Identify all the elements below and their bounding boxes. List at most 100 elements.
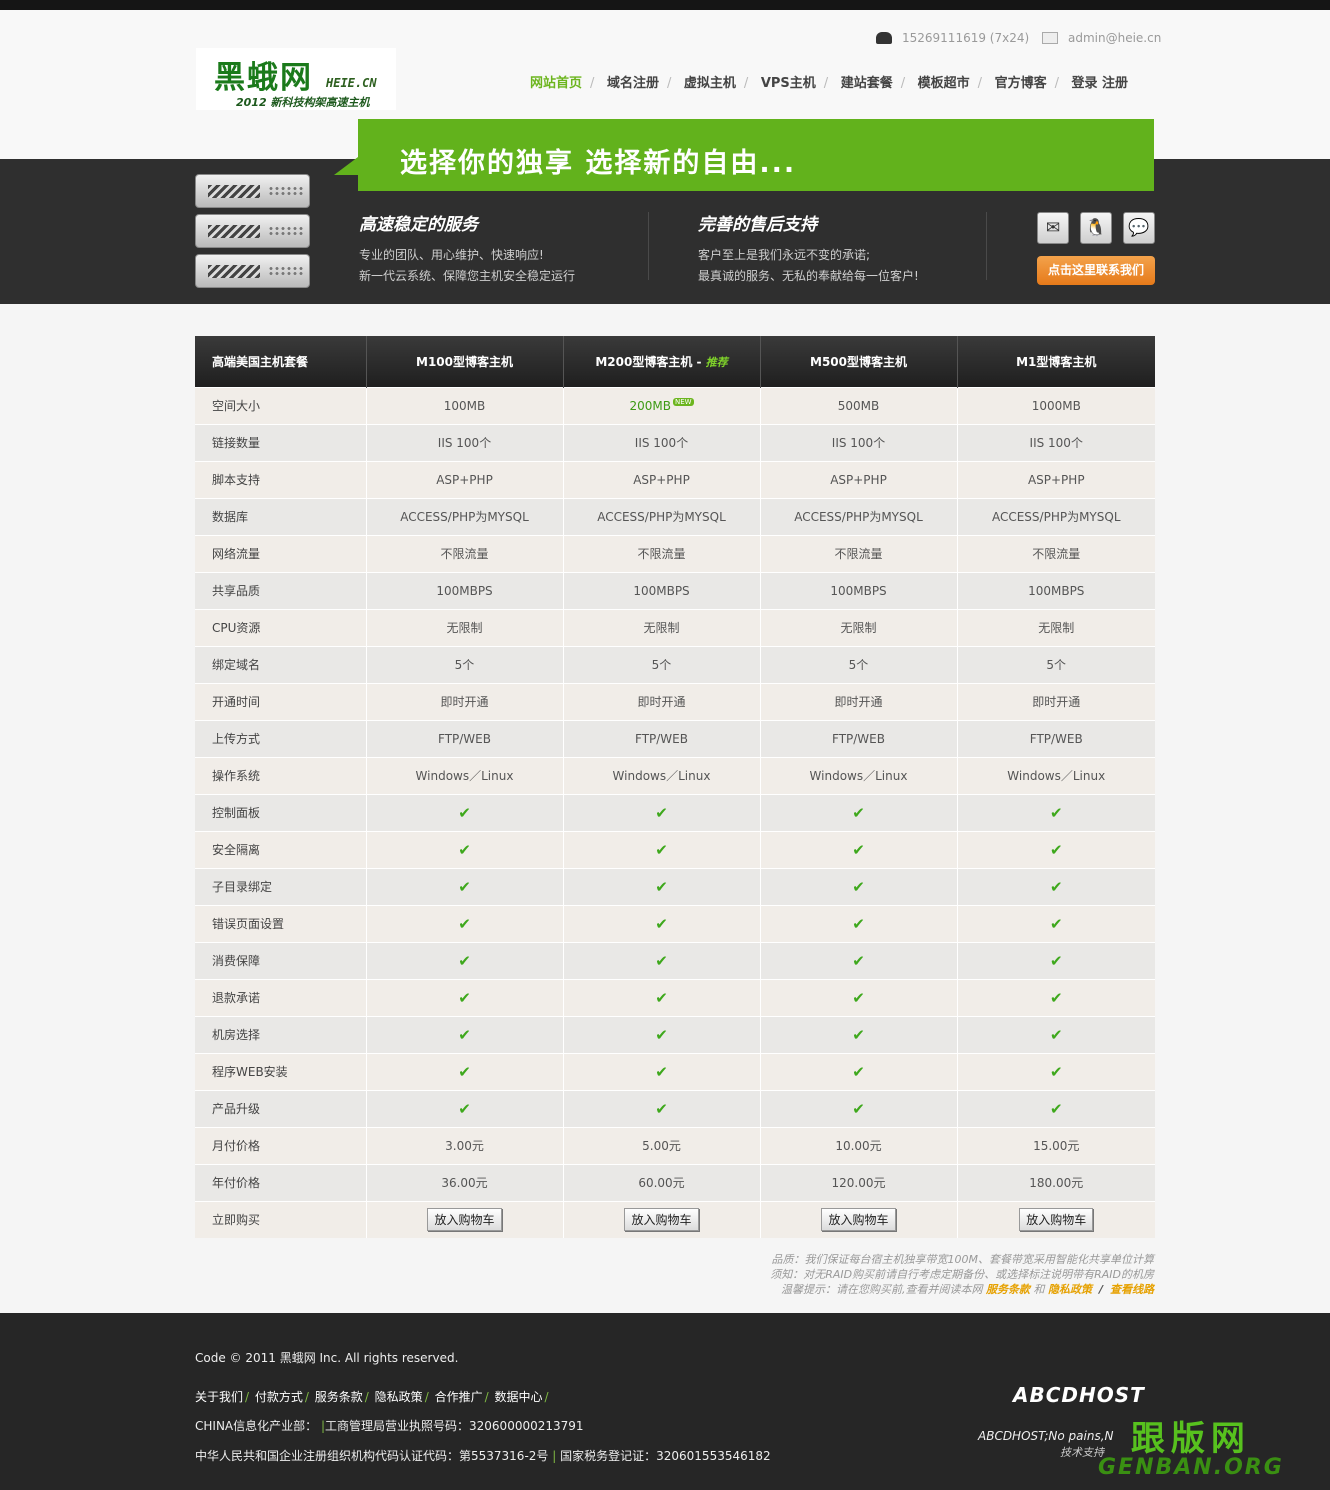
check-icon: ✔ — [852, 877, 865, 896]
check-icon: ✔ — [655, 914, 668, 933]
add-to-cart-button[interactable]: 放入购物车 — [1019, 1208, 1094, 1232]
row-label: 机房选择 — [195, 1015, 366, 1053]
nav-domain[interactable]: 域名注册 — [607, 72, 659, 91]
table-cell: 36.00元 — [365, 1163, 563, 1201]
table-cell: IIS 100个 — [759, 423, 957, 461]
table-cell: 15.00元 — [956, 1126, 1155, 1164]
site-logo[interactable]: 黑蛾网 HEIE.CN 2012 新科技构架高速主机 — [196, 48, 396, 110]
table-cell: ASP+PHP — [956, 460, 1155, 498]
chat-icon[interactable]: 💬 — [1123, 212, 1155, 244]
cell-value: 5个 — [651, 658, 672, 672]
add-to-cart-button[interactable]: 放入购物车 — [821, 1208, 896, 1232]
row-label: 控制面板 — [195, 793, 366, 831]
cell-value: ACCESS/PHP为MYSQL — [597, 510, 726, 524]
check-icon: ✔ — [365, 1015, 563, 1053]
table-cell: 即时开通 — [365, 682, 563, 720]
footer-link-payment[interactable]: 付款方式 — [255, 1390, 303, 1404]
check-icon: ✔ — [1049, 803, 1063, 822]
email-address[interactable]: admin@heie.cn — [1068, 31, 1161, 45]
cell-value: 不限流量 — [637, 547, 686, 561]
cell-value: 即时开通 — [440, 695, 489, 709]
row-label: 脚本支持 — [195, 460, 366, 498]
table-row: 共享品质 100MBPS 100MBPS 100MBPS 100MBPS — [195, 571, 1155, 609]
row-label: 数据库 — [195, 497, 366, 535]
brand-text: ABCDHOST;No pains,N — [978, 1429, 1114, 1443]
row-label: 产品升级 — [195, 1089, 366, 1127]
nav-blog[interactable]: 官方博客 — [995, 72, 1047, 91]
check-icon: ✔ — [759, 1052, 957, 1090]
table-header: M100型博客主机 — [365, 336, 563, 387]
cell-value: FTP/WEB — [635, 731, 688, 746]
terms-link[interactable]: 服务条款 — [986, 1283, 1030, 1296]
lines-link[interactable]: 查看线路 — [1110, 1283, 1154, 1296]
cell-value: 3.00元 — [445, 1139, 484, 1153]
cell-value: 200MB — [629, 399, 671, 413]
nav-home[interactable]: 网站首页 — [530, 72, 582, 91]
email-contact[interactable]: admin@heie.cn — [1042, 31, 1161, 45]
cell-value: 即时开通 — [637, 695, 686, 709]
nav-login[interactable]: 登录 注册 — [1072, 72, 1129, 91]
cell-value: 10.00元 — [835, 1139, 882, 1153]
table-cell: ACCESS/PHP为MYSQL — [562, 497, 760, 535]
footer-link-terms[interactable]: 服务条款 — [315, 1390, 363, 1404]
table-cell: 无限制 — [759, 608, 957, 646]
table-cell: 5个 — [562, 645, 760, 683]
cell-value: 不限流量 — [834, 547, 883, 561]
watermark: 跟版网 GENBAN.ORG — [1098, 1421, 1284, 1479]
footer-link-about[interactable]: 关于我们 — [195, 1390, 243, 1404]
row-label: 网络流量 — [195, 534, 366, 572]
nav-templates[interactable]: 模板超市 — [918, 72, 970, 91]
check-icon: ✔ — [458, 1062, 471, 1081]
qq-icon[interactable]: 🐧 — [1080, 212, 1112, 244]
cell-value: 100MB — [443, 398, 486, 413]
row-label: 程序WEB安装 — [195, 1052, 366, 1090]
mail-icon[interactable]: ✉ — [1037, 212, 1069, 244]
table-row: 空间大小 100MB 200MB NEW 500MB 1000MB — [195, 386, 1155, 424]
check-icon: ✔ — [365, 1052, 563, 1090]
table-header: M200型博客主机 - 推荐 — [562, 336, 760, 387]
contact-us-button[interactable]: 点击这里联系我们 — [1037, 256, 1155, 285]
table-row: 月付价格 3.00元 5.00元 10.00元 15.00元 — [195, 1126, 1155, 1164]
row-label: 退款承诺 — [195, 978, 366, 1016]
footer-link-datacenter[interactable]: 数据中心 — [494, 1390, 542, 1404]
footer-link-privacy[interactable]: 隐私政策 — [375, 1390, 423, 1404]
table-cell: ASP+PHP — [562, 460, 760, 498]
add-to-cart-button[interactable]: 放入购物车 — [624, 1208, 699, 1232]
server-icon — [195, 214, 310, 248]
cell-value: 5个 — [1046, 658, 1067, 672]
logo-tagline: 2012 新科技构架高速主机 — [236, 96, 370, 109]
cell-value: FTP/WEB — [438, 731, 491, 746]
cell-value: 无限制 — [643, 621, 680, 635]
check-icon: ✔ — [1049, 1062, 1063, 1081]
cell-value: 无限制 — [446, 621, 483, 635]
check-icon: ✔ — [365, 793, 563, 831]
table-cell: 无限制 — [956, 608, 1155, 646]
row-label: 立即购买 — [195, 1200, 366, 1238]
check-icon: ✔ — [562, 978, 760, 1016]
table-cell: 200MB NEW — [562, 386, 760, 424]
table-cell: 100MBPS — [759, 571, 957, 609]
slogan: 选择你的独享 选择新的自由... — [400, 148, 797, 179]
row-label: 年付价格 — [195, 1163, 366, 1201]
purchase-notes: 品质：我们保证每台宿主机独享带宽100M、套餐带宽采用智能化共享单位计算 须知：… — [770, 1252, 1154, 1297]
table-header: M1型博客主机 — [956, 336, 1155, 387]
nav-hosting[interactable]: 虚拟主机 — [684, 72, 736, 91]
nav-vps[interactable]: VPS主机 — [761, 72, 816, 91]
table-row: 网络流量 不限流量 不限流量 不限流量 不限流量 — [195, 534, 1155, 572]
feature-service: 高速稳定的服务 专业的团队、用心维护、快速响应! 新一代云系统、保障您主机安全稳… — [359, 210, 575, 287]
table-cell: 5.00元 — [562, 1126, 760, 1164]
phone-number: 15269111619 (7x24) — [902, 31, 1030, 45]
table-cell: IIS 100个 — [365, 423, 563, 461]
add-to-cart-button[interactable]: 放入购物车 — [427, 1208, 502, 1232]
table-cell: 500MB — [759, 386, 957, 424]
note-line: 品质：我们保证每台宿主机独享带宽100M、套餐带宽采用智能化共享单位计算 — [771, 1253, 1154, 1266]
check-icon: ✔ — [562, 1015, 760, 1053]
table-row: 链接数量 IIS 100个 IIS 100个 IIS 100个 IIS 100个 — [195, 423, 1155, 461]
table-cell: 不限流量 — [956, 534, 1155, 572]
privacy-link[interactable]: 隐私政策 — [1048, 1283, 1092, 1296]
table-cell: 放入购物车 — [562, 1200, 760, 1238]
table-cell: 5个 — [956, 645, 1155, 683]
cell-value: IIS 100个 — [831, 436, 886, 450]
nav-sitepackage[interactable]: 建站套餐 — [841, 72, 893, 91]
footer-link-partner[interactable]: 合作推广 — [435, 1390, 483, 1404]
